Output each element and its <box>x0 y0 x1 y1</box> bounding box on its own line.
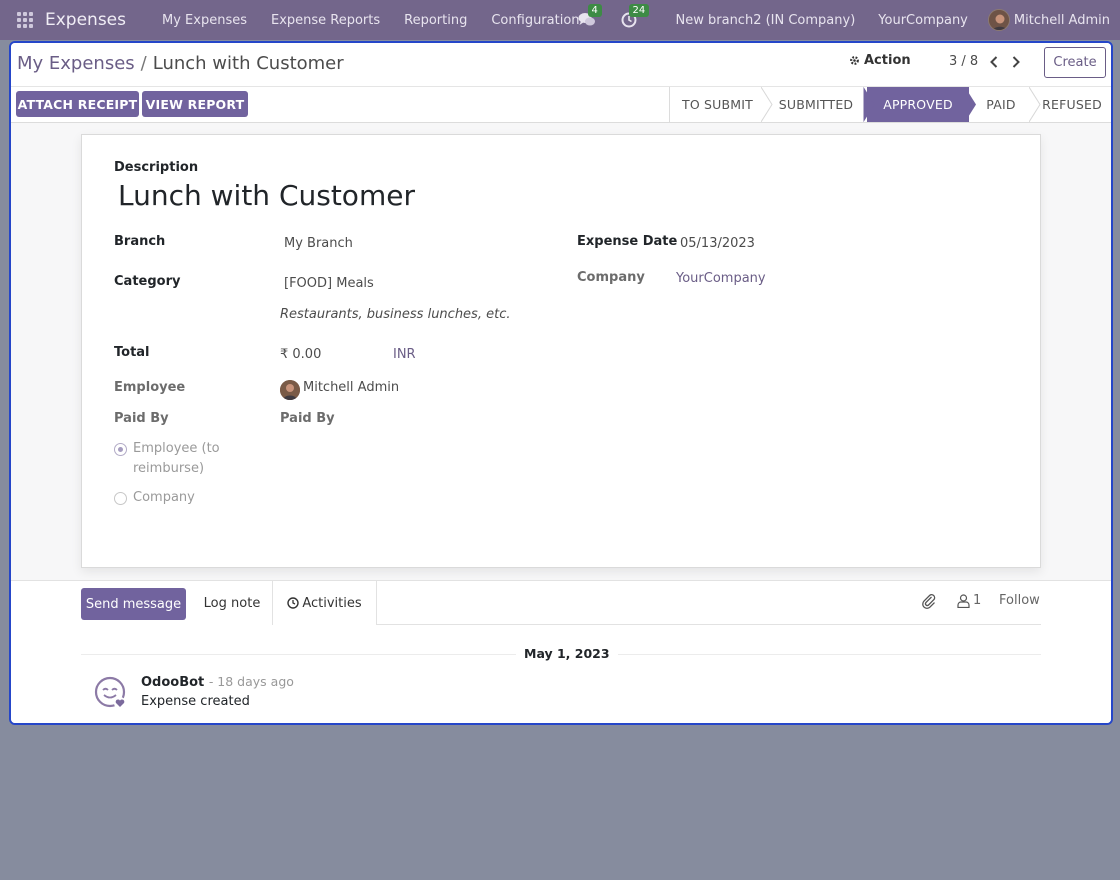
paperclip-icon <box>922 594 936 609</box>
stage-label: PAID <box>986 97 1016 112</box>
paid-by-company-label[interactable]: Company <box>133 490 195 505</box>
paid-by-employee-label-line1[interactable]: Employee (to <box>133 441 220 456</box>
attach-receipt-button[interactable]: ATTACH RECEIPT <box>16 91 139 117</box>
currency-field[interactable]: INR <box>393 347 416 362</box>
navbar-systray: 4 24 New branch2 (IN Company) YourCompan… <box>577 0 1120 40</box>
action-menu-button[interactable]: Action <box>849 53 911 68</box>
expense-date-field[interactable]: 05/13/2023 <box>680 236 755 251</box>
stage-approved[interactable]: APPROVED <box>867 87 976 122</box>
employee-label: Employee <box>114 380 186 395</box>
form-statusbar: ATTACH RECEIPT VIEW REPORT TO SUBMIT SUB… <box>11 87 1111 123</box>
form-sheet: Description Lunch with Customer Branch M… <box>81 134 1041 568</box>
create-button[interactable]: Create <box>1044 47 1106 78</box>
company-field[interactable]: YourCompany <box>676 271 766 286</box>
user-icon <box>957 593 970 608</box>
activities-systray[interactable]: 24 <box>619 4 650 30</box>
stage-paid[interactable]: PAID <box>969 87 1041 122</box>
user-avatar[interactable] <box>987 9 1010 31</box>
branch-label: Branch <box>114 234 166 249</box>
log-note-button[interactable]: Log note <box>191 581 273 625</box>
apps-grid-icon[interactable] <box>17 12 33 28</box>
total-label: Total <box>114 345 150 360</box>
message-author: OdooBot - 18 days ago <box>141 674 294 690</box>
chatter-tab-line <box>377 624 1041 625</box>
expense-date-label: Expense Date <box>577 234 678 249</box>
stage-label: TO SUBMIT <box>681 97 753 112</box>
app-name[interactable]: Expenses <box>45 10 126 30</box>
description-label: Description <box>114 160 199 175</box>
branch-field[interactable]: My Branch <box>284 236 353 251</box>
activities-count-badge: 24 <box>628 4 650 17</box>
employee-field[interactable]: Mitchell Admin <box>303 380 399 395</box>
menu-expense-reports[interactable]: Expense Reports <box>271 13 380 28</box>
stage-label: APPROVED <box>883 97 953 112</box>
follow-button[interactable]: Follow <box>999 593 1040 608</box>
control-panel: My Expenses / Lunch with Customer Action 3… <box>11 43 1111 87</box>
breadcrumb-current: Lunch with Customer <box>152 53 344 74</box>
paid-by-employee-radio[interactable] <box>114 443 127 456</box>
action-label: Action <box>864 53 911 68</box>
category-field[interactable]: [FOOD] Meals <box>284 276 374 291</box>
top-navbar: Expenses My Expenses Expense Reports Rep… <box>0 0 1120 40</box>
message-date: - 18 days ago <box>208 674 294 689</box>
company-label: Company <box>577 270 645 285</box>
description-field[interactable]: Lunch with Customer <box>118 179 415 212</box>
activities-label: Activities <box>302 595 362 611</box>
paid-by-employee-label-line2[interactable]: reimburse) <box>133 461 204 476</box>
paid-by-value-label: Paid By <box>280 411 335 426</box>
stage-to-submit[interactable]: TO SUBMIT <box>669 87 773 122</box>
pager-previous-button[interactable] <box>986 54 1002 70</box>
message-body: Expense created <box>141 694 250 709</box>
menu-configuration[interactable]: Configuration <box>491 13 579 28</box>
activities-button[interactable]: Activities <box>272 581 377 625</box>
chatter: Send message Log note Activities 1 Follo… <box>11 581 1111 723</box>
menu-reporting[interactable]: Reporting <box>404 13 467 28</box>
form-view-frame: My Expenses / Lunch with Customer Action 3… <box>9 41 1113 725</box>
pager-value[interactable]: 3 / 8 <box>949 54 978 69</box>
message-author-name: OdooBot <box>141 675 205 690</box>
breadcrumb: My Expenses / Lunch with Customer <box>17 53 344 74</box>
stage-label: SUBMITTED <box>778 97 854 112</box>
date-separator: May 1, 2023 <box>516 646 618 661</box>
messages-systray[interactable]: 4 <box>577 4 602 30</box>
paid-by-company-radio[interactable] <box>114 492 127 505</box>
stage-submitted[interactable]: SUBMITTED <box>765 87 875 122</box>
stage-refused[interactable]: REFUSED <box>1033 87 1111 122</box>
chevron-right-icon <box>1012 56 1020 68</box>
followers-count: 1 <box>973 593 982 608</box>
employee-avatar <box>280 380 300 400</box>
attachments-button[interactable] <box>921 593 937 609</box>
view-report-button[interactable]: VIEW REPORT <box>142 91 248 117</box>
pager-next-button[interactable] <box>1008 54 1024 70</box>
gear-icon <box>850 56 859 65</box>
breadcrumb-separator: / <box>140 53 147 74</box>
category-description: Restaurants, business lunches, etc. <box>280 307 511 322</box>
breadcrumb-parent-link[interactable]: My Expenses <box>17 53 135 74</box>
stage-label: REFUSED <box>1042 97 1102 112</box>
messages-count-badge: 4 <box>587 4 602 17</box>
total-amount-field[interactable]: ₹ 0.00 <box>280 347 321 362</box>
user-menu[interactable]: Mitchell Admin <box>1014 13 1110 28</box>
send-message-button[interactable]: Send message <box>81 588 186 620</box>
category-label: Category <box>114 274 181 289</box>
chevron-left-icon <box>990 56 998 68</box>
paid-by-label: Paid By <box>114 411 169 426</box>
company-switcher[interactable]: New branch2 (IN Company) <box>676 13 856 28</box>
clock-icon <box>287 597 300 609</box>
followers-button[interactable]: 1 <box>957 593 981 608</box>
menu-my-expenses[interactable]: My Expenses <box>162 13 247 28</box>
odoobot-avatar <box>94 676 126 709</box>
current-company[interactable]: YourCompany <box>878 13 968 28</box>
status-stages: TO SUBMIT SUBMITTED APPROVED PAID REFUSE… <box>669 87 1111 122</box>
